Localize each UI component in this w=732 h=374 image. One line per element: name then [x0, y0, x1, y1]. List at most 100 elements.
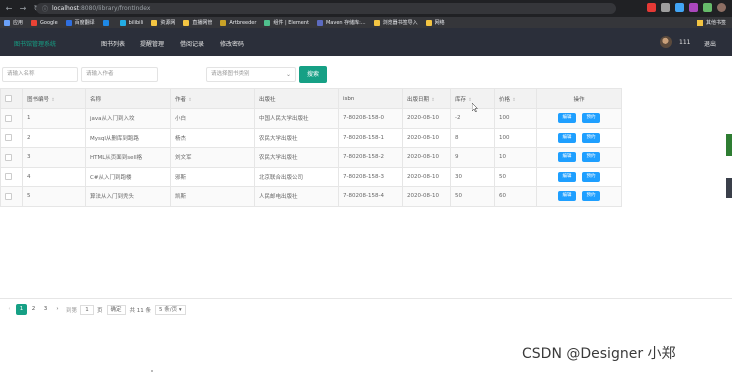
- bookmark-label: 直播网管: [192, 20, 213, 26]
- col-header-label: 库存: [455, 96, 467, 103]
- page-unit-label: 页: [97, 307, 103, 314]
- goto-confirm-button[interactable]: 确定: [106, 304, 126, 315]
- book-table: 图书编号 ⇕ 名称 作者 ⇕ 出版社 isbn 出版日期 ⇕ 库存 ⇕ 价格 ⇕ 操作 1…: [0, 88, 622, 207]
- page-button-2[interactable]: 2: [28, 304, 39, 315]
- bookmark-item[interactable]: 浏览器书签导入: [373, 19, 418, 26]
- bookmark-label: 网络: [434, 20, 445, 26]
- row-checkbox-cell[interactable]: [0, 186, 23, 207]
- edit-button[interactable]: 编辑: [558, 152, 576, 163]
- edit-button[interactable]: 编辑: [558, 171, 576, 182]
- goto-page-input[interactable]: 1: [80, 304, 95, 315]
- search-button[interactable]: 搜索: [299, 66, 327, 83]
- bookmark-item[interactable]: 应用: [4, 19, 23, 26]
- col-header-label: 名称: [90, 96, 102, 103]
- next-page-icon[interactable]: ›: [52, 304, 63, 315]
- cell-name: java从入门到入坟: [85, 108, 171, 129]
- col-header-isbn: isbn: [338, 88, 403, 109]
- bookmark-item[interactable]: 网络: [425, 19, 445, 26]
- bookmark-item[interactable]: 直播网管: [183, 19, 212, 26]
- select-all-checkbox-cell[interactable]: [0, 88, 23, 109]
- chevron-down-icon: ▾: [178, 306, 182, 313]
- cell-pubdate: 2020-08-10: [402, 186, 451, 207]
- user-name[interactable]: 111: [679, 39, 690, 46]
- extension-icon[interactable]: [661, 3, 670, 12]
- sort-icon[interactable]: ⇕: [188, 98, 192, 103]
- col-header-pubdate[interactable]: 出版日期 ⇕: [402, 88, 451, 109]
- extension-icon[interactable]: [675, 3, 684, 12]
- row-checkbox-cell[interactable]: [0, 108, 23, 129]
- reserve-button[interactable]: 预约: [582, 113, 600, 124]
- prev-page-icon[interactable]: ‹: [4, 304, 15, 315]
- col-header-author[interactable]: 作者 ⇕: [170, 88, 255, 109]
- row-checkbox[interactable]: [5, 114, 12, 122]
- edit-button[interactable]: 编辑: [558, 132, 576, 143]
- bookmark-item[interactable]: bilibili: [119, 19, 143, 26]
- row-checkbox-cell[interactable]: [0, 147, 23, 168]
- bookmark-item[interactable]: Maven 存储库:...: [316, 19, 366, 26]
- reserve-button[interactable]: 预约: [582, 191, 600, 202]
- cell-author: 杨杰: [170, 127, 255, 148]
- bookmark-item[interactable]: 资源网: [151, 19, 175, 26]
- page-button-1[interactable]: 1: [16, 304, 27, 315]
- edit-button[interactable]: 编辑: [558, 191, 576, 202]
- category-select[interactable]: 请选择图书类别 ⌄: [206, 67, 296, 82]
- bookmark-icon: [373, 19, 380, 26]
- extension-icon[interactable]: [703, 3, 712, 12]
- cell-stock: 9: [450, 147, 495, 168]
- name-search-input[interactable]: 请输入名称: [2, 67, 78, 82]
- col-header-label: 作者: [175, 96, 187, 103]
- col-header-actions: 操作: [536, 88, 622, 109]
- other-bookmarks[interactable]: 其他书签: [696, 17, 726, 28]
- bookmark-icon: [220, 19, 227, 26]
- total-count: 共 11 条: [129, 307, 152, 314]
- address-bar[interactable]: ⓘ localhost:8080/library/frontIndex: [36, 3, 616, 14]
- nav-book-list[interactable]: 图书列表: [101, 39, 125, 48]
- select-all-checkbox[interactable]: [5, 95, 12, 102]
- bookmark-label: 资源网: [160, 20, 176, 26]
- sort-icon[interactable]: ⇕: [468, 98, 472, 103]
- avatar[interactable]: [660, 36, 672, 48]
- col-header-label: 操作: [573, 96, 585, 103]
- profile-icon[interactable]: [717, 3, 726, 12]
- table-row: 1 java从入门到入坟 小白 中国人民大学出版社 7-80208-158-0 2020-…: [0, 108, 622, 129]
- author-search-input[interactable]: 请输入作者: [81, 67, 158, 82]
- bookmark-item[interactable]: Google: [31, 19, 58, 26]
- bookmark-item[interactable]: Artbreeder: [220, 19, 257, 26]
- sort-icon[interactable]: ⇕: [512, 98, 516, 103]
- edit-button[interactable]: 编辑: [558, 113, 576, 124]
- row-checkbox-cell[interactable]: [0, 166, 23, 187]
- back-icon[interactable]: ←: [4, 4, 14, 14]
- cell-isbn: 7-80208-158-3: [338, 166, 403, 187]
- bookmark-label: Artbreeder: [229, 19, 257, 26]
- logout-link[interactable]: 退出: [704, 39, 716, 48]
- col-header-price[interactable]: 价格 ⇕: [494, 88, 537, 109]
- side-panel-tab[interactable]: [726, 134, 732, 156]
- row-checkbox-cell[interactable]: [0, 127, 23, 148]
- reserve-button[interactable]: 预约: [582, 152, 600, 163]
- cell-publisher: 人民邮电出版社: [254, 186, 339, 207]
- sort-icon[interactable]: ⇕: [51, 98, 55, 103]
- reserve-button[interactable]: 预约: [582, 171, 600, 182]
- reserve-button[interactable]: 预约: [582, 132, 600, 143]
- row-checkbox[interactable]: [5, 134, 12, 142]
- page-size-select[interactable]: 5 条/页 ▾: [155, 304, 186, 315]
- page-button-3[interactable]: 3: [40, 304, 51, 315]
- nav-reminders[interactable]: 提醒管理: [140, 39, 164, 48]
- side-expand-icon[interactable]: [726, 178, 732, 198]
- sort-icon[interactable]: ⇕: [431, 98, 435, 103]
- row-checkbox[interactable]: [5, 153, 12, 161]
- brand-title: 图书馆管理系统: [14, 41, 57, 48]
- bookmark-item[interactable]: [102, 19, 112, 26]
- nav-borrow-records[interactable]: 借阅记录: [180, 39, 204, 48]
- forward-icon[interactable]: →: [18, 4, 28, 14]
- row-checkbox[interactable]: [5, 173, 12, 181]
- bookmark-item[interactable]: 组件 | Element: [264, 19, 309, 26]
- extension-icon[interactable]: [647, 3, 656, 12]
- lock-icon: ⓘ: [42, 6, 49, 13]
- row-checkbox[interactable]: [5, 192, 12, 200]
- col-header-id[interactable]: 图书编号 ⇕: [22, 88, 86, 109]
- nav-change-password[interactable]: 修改密码: [220, 39, 244, 48]
- bookmark-item[interactable]: 百度翻译: [65, 19, 95, 26]
- extension-icon[interactable]: [689, 3, 698, 12]
- cell-stock: 50: [450, 186, 495, 207]
